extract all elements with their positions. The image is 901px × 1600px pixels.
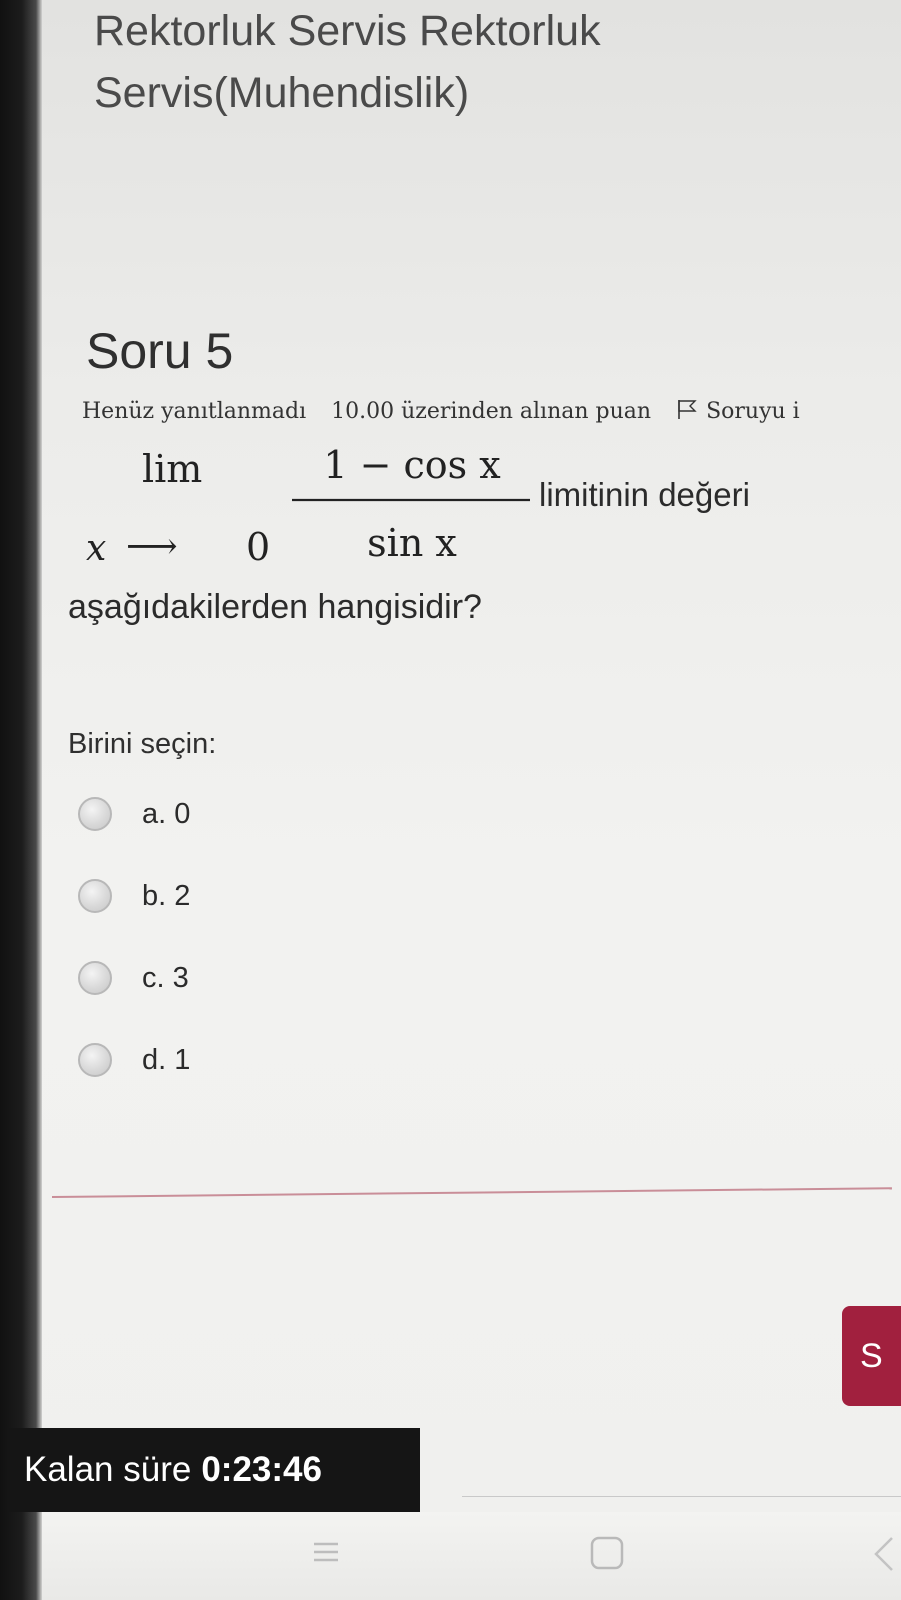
quiz-page: Rektorluk Servis Rektorluk Servis(Muhend…: [42, 0, 901, 1600]
math-variable: x: [86, 528, 106, 569]
question-heading: Soru 5: [86, 323, 234, 379]
option-a[interactable]: a. 0: [78, 790, 190, 838]
section-divider: [51, 1187, 892, 1198]
flag-question-link[interactable]: Soruyu i: [676, 399, 818, 424]
option-b[interactable]: b. 2: [78, 872, 190, 920]
timer-label: Kalan süre: [24, 1450, 192, 1489]
back-icon[interactable]: [862, 1530, 898, 1578]
question-text-tail: aşağıdakilerden hangisidir?: [68, 588, 482, 626]
flag-icon: [678, 400, 697, 419]
system-navigation-bar: [42, 1512, 901, 1600]
math-numerator: 1 − cos x: [323, 443, 500, 487]
math-arrow: ⟶: [126, 526, 178, 567]
radio-button[interactable]: [78, 797, 112, 831]
limit-expression: lim x ⟶ 0 1 − cos x sin x: [86, 443, 530, 569]
option-label: a. 0: [142, 797, 191, 830]
math-lim: lim: [142, 447, 202, 491]
radio-button[interactable]: [78, 1043, 112, 1077]
question-meta: Henüz yanıtlanmadı 10.00 üzerinden alına…: [82, 398, 901, 424]
timer-value: 0:23:46: [201, 1450, 322, 1489]
question-points: 10.00 üzerinden alınan puan: [331, 399, 652, 424]
option-label: b. 2: [142, 879, 191, 912]
footer-divider: [462, 1496, 901, 1497]
option-d[interactable]: d. 1: [78, 1036, 190, 1084]
option-c[interactable]: c. 3: [78, 954, 189, 1002]
answer-prompt: Birini seçin:: [68, 728, 217, 760]
radio-button[interactable]: [78, 961, 112, 995]
radio-button[interactable]: [78, 879, 112, 913]
device-bezel: [0, 0, 42, 1600]
recents-icon[interactable]: [306, 1530, 346, 1574]
home-icon[interactable]: [582, 1530, 632, 1578]
question-text-inline: limitinin değeri: [539, 476, 750, 513]
flag-question-label: Soruyu i: [706, 399, 800, 424]
course-title: Rektorluk Servis Rektorluk Servis(Muhend…: [94, 7, 601, 117]
option-label: d. 1: [142, 1043, 191, 1076]
math-limit-point: 0: [246, 525, 270, 569]
time-remaining: Kalan süre 0:23:46: [8, 1428, 420, 1512]
option-label: c. 3: [142, 961, 189, 994]
question-status: Henüz yanıtlanmadı: [82, 399, 307, 424]
next-page-button[interactable]: S: [842, 1306, 901, 1406]
math-denominator: sin x: [367, 521, 457, 565]
